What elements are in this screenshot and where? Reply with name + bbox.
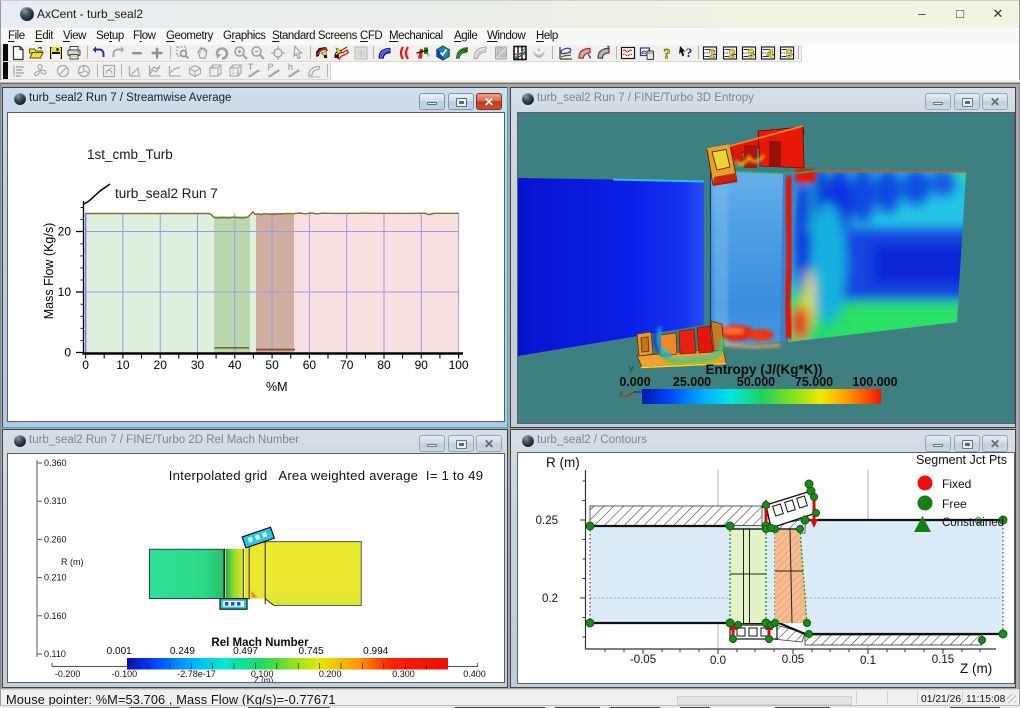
- svg-text:-0.100: -0.100: [112, 669, 138, 679]
- svg-text:20: 20: [154, 358, 168, 372]
- svg-text:Rel Mach Number: Rel Mach Number: [211, 637, 309, 649]
- svg-text:0.360: 0.360: [44, 458, 67, 468]
- svg-text:1: 1: [709, 47, 716, 61]
- svg-text:0.25: 0.25: [536, 515, 558, 527]
- svg-text:R (m): R (m): [61, 557, 84, 567]
- svg-text:50: 50: [265, 358, 279, 372]
- svg-text:Z (m): Z (m): [254, 676, 273, 682]
- svg-text:4: 4: [767, 47, 774, 61]
- svg-text:70: 70: [340, 358, 354, 372]
- svg-text:0.160: 0.160: [44, 611, 67, 621]
- svg-text:-0.200: -0.200: [55, 669, 81, 679]
- svg-text:0.1: 0.1: [860, 655, 876, 667]
- svg-text:2: 2: [729, 47, 736, 61]
- svg-text:Interpolated grid Area weigh: Interpolated grid Area weighted average …: [169, 468, 484, 483]
- svg-text:0.2: 0.2: [542, 593, 558, 605]
- svg-text:0.000: 0.000: [619, 375, 650, 389]
- svg-text:h: h: [288, 63, 294, 72]
- svg-text:y: y: [629, 363, 634, 373]
- svg-text:0.994: 0.994: [363, 646, 388, 657]
- svg-text:0.249: 0.249: [170, 646, 195, 657]
- svg-text:10: 10: [116, 358, 130, 372]
- svg-text:0.15: 0.15: [932, 654, 954, 666]
- svg-text:10: 10: [58, 285, 72, 299]
- svg-text:T: T: [248, 63, 254, 72]
- svg-text:P: P: [267, 63, 273, 72]
- svg-text:25.000: 25.000: [673, 375, 711, 389]
- svg-text:0.0: 0.0: [710, 655, 726, 667]
- svg-text:0.400: 0.400: [463, 669, 486, 679]
- svg-text:0.745: 0.745: [298, 646, 323, 657]
- svg-text:0: 0: [64, 346, 71, 360]
- svg-text:?: ?: [663, 47, 671, 62]
- svg-text:30: 30: [191, 358, 205, 372]
- svg-text:60: 60: [303, 358, 317, 372]
- svg-text:0.05: 0.05: [782, 654, 804, 666]
- svg-text:75.000: 75.000: [795, 375, 833, 389]
- svg-text:Z (m): Z (m): [960, 661, 992, 676]
- svg-text:1st_cmb_Turb: 1st_cmb_Turb: [87, 147, 173, 162]
- svg-text:0.001: 0.001: [107, 646, 132, 657]
- svg-text:0.300: 0.300: [392, 669, 415, 679]
- svg-text:0.210: 0.210: [44, 573, 67, 583]
- svg-text:%M: %M: [266, 380, 288, 394]
- svg-text:5: 5: [786, 47, 793, 61]
- svg-text:80: 80: [377, 358, 391, 372]
- svg-text:50.000: 50.000: [737, 375, 775, 389]
- svg-text:0.497: 0.497: [233, 646, 258, 657]
- svg-text:-0.05: -0.05: [630, 654, 656, 666]
- svg-text:-2.78e-17: -2.78e-17: [177, 669, 216, 679]
- svg-text:Segment Jct Pts: Segment Jct Pts: [916, 453, 1007, 467]
- svg-text:20: 20: [58, 225, 72, 239]
- svg-text:?: ?: [686, 45, 693, 60]
- svg-text:0: 0: [82, 358, 89, 372]
- svg-text:0.260: 0.260: [44, 534, 67, 544]
- svg-text:Mass Flow (Kg/s): Mass Flow (Kg/s): [42, 223, 56, 320]
- svg-text:Constrained: Constrained: [942, 517, 1004, 529]
- svg-text:100: 100: [449, 358, 469, 372]
- svg-text:90: 90: [415, 358, 429, 372]
- svg-text:Free: Free: [942, 497, 967, 511]
- svg-text:3: 3: [748, 47, 755, 61]
- svg-text:x: x: [619, 389, 624, 399]
- svg-text:0.200: 0.200: [319, 669, 342, 679]
- svg-text:40: 40: [228, 358, 242, 372]
- svg-text:0.310: 0.310: [44, 496, 67, 506]
- svg-text:turb_seal2 Run 7: turb_seal2 Run 7: [115, 186, 218, 201]
- svg-text:100.000: 100.000: [852, 375, 897, 389]
- svg-text:R (m): R (m): [546, 455, 580, 470]
- svg-text:Fixed: Fixed: [942, 477, 971, 491]
- svg-text:0.110: 0.110: [44, 649, 66, 659]
